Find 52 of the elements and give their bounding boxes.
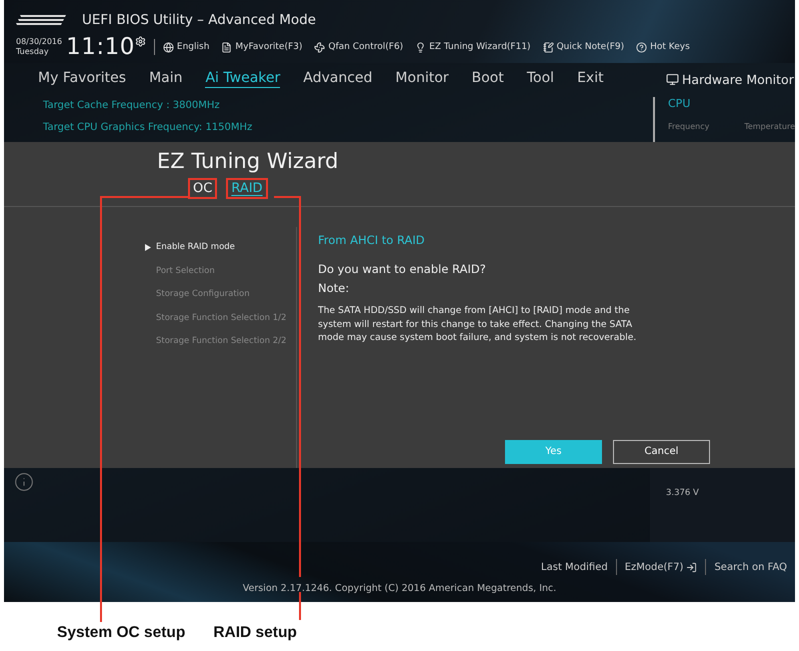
version-text: Version 2.17.1246. Copyright (C) 2016 American Megatrends, Inc.	[242, 583, 556, 594]
toolbar-button[interactable]: EZ Tuning Wizard(F11)	[415, 42, 531, 52]
setting-text: Target CPU Graphics Frequency: 1150MHz	[42, 121, 254, 135]
wizard-tab[interactable]: OC	[193, 181, 212, 196]
lightbulb-icon	[415, 42, 426, 52]
note-text: The SATA HDD/SSD will change from [AHCI] to [RAID] mode and the system will restart for this change to take effect. Changing the SATA mode may cause system boot failure, and system is not recoverable.	[318, 304, 638, 344]
nav-tab[interactable]: Tool	[526, 70, 554, 88]
dialog-title: EZ Tuning Wizard	[157, 149, 340, 173]
nav-tab[interactable]: My Favorites	[38, 70, 126, 88]
footer-link[interactable]: EzMode(F7)	[616, 562, 706, 572]
toolbar-button[interactable]: English	[162, 42, 210, 52]
voltage-reading: 3.376 V	[666, 488, 699, 498]
nav-tab[interactable]: Exit	[577, 70, 604, 88]
clock-text: 11:10	[66, 34, 135, 60]
section-heading: From AHCI to RAID	[318, 233, 426, 247]
toolbar-button[interactable]: Hot Keys	[636, 42, 690, 52]
footer-link[interactable]: Last Modified	[533, 562, 616, 572]
nav-tab[interactable]: Main	[149, 70, 182, 88]
help-icon	[636, 42, 648, 52]
column-label: Temperature	[744, 122, 795, 131]
toolbar-button[interactable]: Quick Note(F9)	[542, 42, 624, 52]
day-text: Tuesday	[16, 47, 50, 57]
window-title: UEFI BIOS Utility – Advanced Mode	[82, 12, 316, 28]
setting-text: Target Cache Frequency : 3800MHz	[42, 99, 221, 113]
note-label: Note:	[318, 281, 350, 295]
column-label: Frequency	[668, 122, 710, 131]
cancel-button[interactable]: Cancel	[613, 440, 710, 464]
fan-icon	[314, 42, 326, 52]
nav-tab[interactable]: Advanced	[303, 70, 372, 88]
info-icon[interactable]	[14, 472, 34, 492]
nav-tab[interactable]: Monitor	[395, 70, 449, 88]
callout-label: RAID setup	[213, 624, 297, 642]
toolbar-button[interactable]: Qfan Control(F6)	[314, 42, 404, 52]
step-item[interactable]: Enable RAID mode	[145, 240, 296, 254]
monitor-icon	[666, 72, 679, 86]
nav-tab[interactable]: Ai Tweaker	[205, 70, 280, 88]
hardware-monitor-title: Hardware Monitor	[666, 63, 795, 95]
wizard-tab[interactable]: RAID	[231, 181, 263, 196]
enter-icon	[686, 562, 698, 572]
settings-icon[interactable]	[134, 36, 146, 47]
toolbar-button[interactable]: MyFavorite(F3)	[221, 42, 302, 52]
nav-tab[interactable]: Boot	[472, 70, 504, 88]
logo-icon	[16, 14, 66, 26]
document-icon	[221, 42, 232, 52]
globe-icon	[162, 42, 174, 52]
cpu-heading: CPU	[668, 97, 692, 110]
pointer-icon	[145, 244, 151, 251]
footer-link[interactable]: Search on FAQ	[706, 562, 795, 572]
callout-label: System OC setup	[57, 624, 186, 642]
question-text: Do you want to enable RAID?	[318, 262, 487, 276]
date-text: 08/30/2016	[16, 37, 62, 47]
note-icon	[542, 42, 554, 52]
